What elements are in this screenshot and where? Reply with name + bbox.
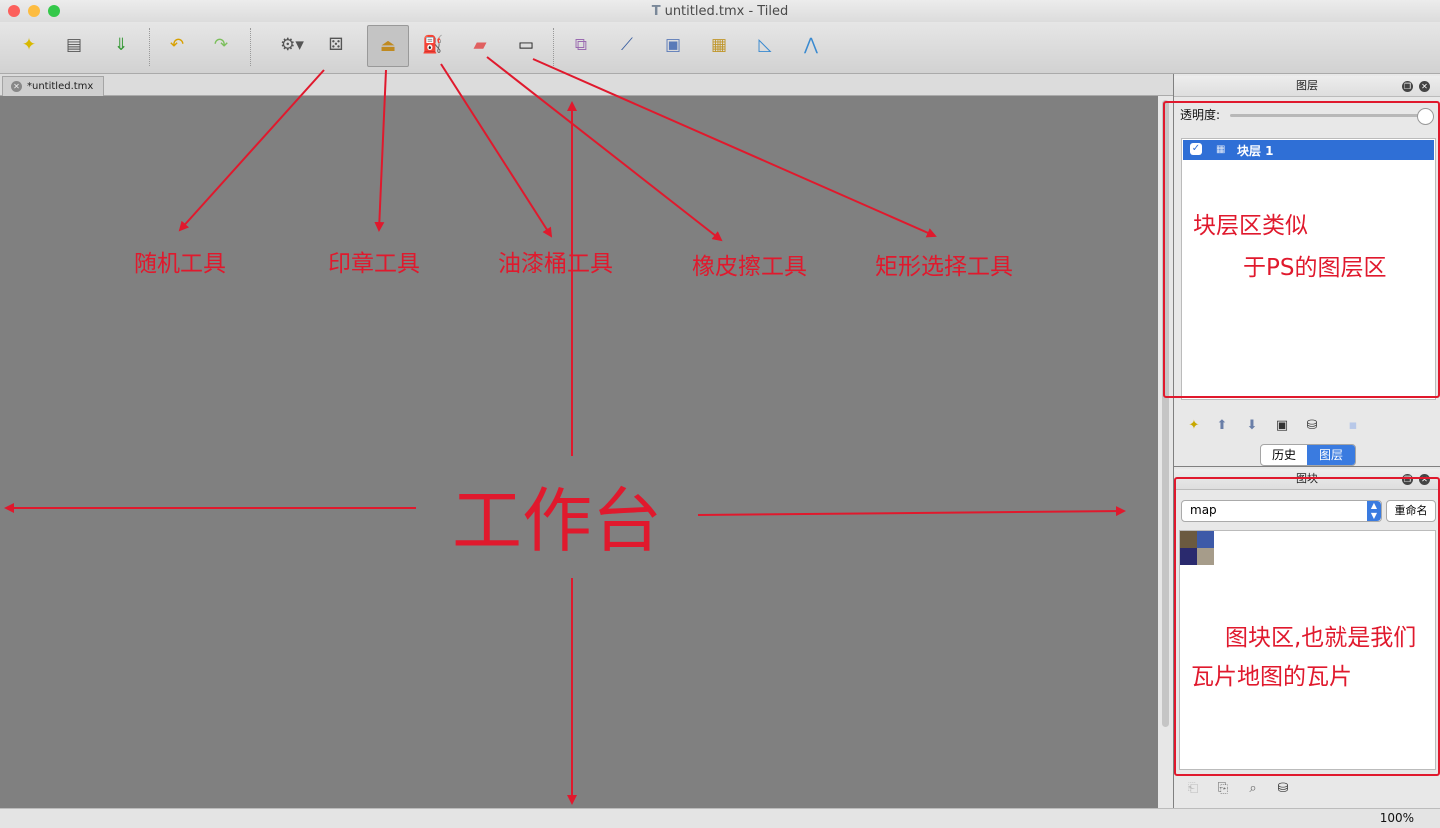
insert-tile-icon[interactable]: ▣ xyxy=(658,31,688,59)
insert-polygon-icon[interactable]: ◺ xyxy=(750,31,780,59)
undo-icon[interactable]: ↶ xyxy=(162,31,192,59)
close-panel-icon[interactable]: ✕ xyxy=(1419,81,1430,92)
label-random-tool: 随机工具 xyxy=(134,251,226,277)
status-bar: 100% xyxy=(0,808,1440,828)
stamp-brush-icon[interactable]: ⏏ xyxy=(367,25,409,67)
save-icon[interactable]: ⇓ xyxy=(106,31,136,59)
layers-panel-title-text: 图层 xyxy=(1296,79,1318,92)
eraser-icon[interactable]: ▰ xyxy=(465,31,495,59)
insert-polyline-icon[interactable]: ⋀ xyxy=(796,31,826,59)
label-layers-area-line2: 于PS的图层区 xyxy=(1243,255,1387,281)
delete-layer-icon[interactable]: ⛁ xyxy=(1304,418,1320,434)
redo-icon[interactable]: ↷ xyxy=(206,31,236,59)
import-tileset-icon[interactable]: ⎘ xyxy=(1215,781,1231,797)
window-title: Tuntitled.tmx - Tiled xyxy=(0,4,1440,19)
duplicate-layer-icon[interactable]: ▣ xyxy=(1274,418,1290,434)
tab-history[interactable]: 历史 xyxy=(1261,445,1307,465)
panel-tab-switch: 历史 图层 xyxy=(1260,444,1356,466)
float-panel-icon[interactable]: ❐ xyxy=(1402,81,1413,92)
map-canvas[interactable] xyxy=(0,96,1158,808)
edit-polygons-icon[interactable]: ⟋ xyxy=(612,31,642,59)
tab-layers[interactable]: 图层 xyxy=(1307,445,1355,465)
tab-untitled[interactable]: ✕ *untitled.tmx xyxy=(2,76,104,96)
label-layers-area-line1: 块层区类似 xyxy=(1193,213,1308,239)
delete-tileset-icon[interactable]: ⛁ xyxy=(1275,781,1291,797)
random-mode-icon[interactable]: ⚄ xyxy=(321,31,351,59)
main-toolbar: ✦ ▤ ⇓ ↶ ↷ ⚙▾ ⚄ ⏏ ⛽ ▰ ▭ ⧉ ⟋ ▣ ▦ ◺ ⋀ xyxy=(0,22,1440,74)
open-icon[interactable]: ▤ xyxy=(59,31,89,59)
label-tiles-area-line1: 图块区,也就是我们 xyxy=(1225,625,1417,651)
zoom-level[interactable]: 100% xyxy=(1380,811,1414,825)
tab-label: *untitled.tmx xyxy=(27,81,94,92)
magic-wand-icon[interactable]: ⧉ xyxy=(566,31,596,59)
label-workbench: 工作台 xyxy=(452,480,662,562)
insert-image-icon[interactable]: ▦ xyxy=(704,31,734,59)
toolbar-separator xyxy=(553,28,555,66)
label-rect-select-tool: 矩形选择工具 xyxy=(875,254,1013,280)
document-tab-bar: ✕ *untitled.tmx xyxy=(0,74,1173,96)
rectangular-select-icon[interactable]: ▭ xyxy=(511,31,541,59)
layers-panel-title: 图层 ❐ ✕ xyxy=(1174,76,1440,97)
new-map-icon[interactable]: ✦ xyxy=(14,31,44,59)
lower-layer-icon[interactable]: ⬇ xyxy=(1244,418,1260,434)
commands-icon[interactable]: ⚙▾ xyxy=(272,31,312,59)
new-layer-icon[interactable]: ✦ xyxy=(1186,418,1202,434)
toolbar-separator xyxy=(149,28,151,66)
label-tiles-area-line2: 瓦片地图的瓦片 xyxy=(1191,664,1352,690)
tiled-app-icon: T xyxy=(651,4,661,19)
label-bucket-tool: 油漆桶工具 xyxy=(498,251,613,277)
title-bar: Tuntitled.tmx - Tiled xyxy=(0,0,1440,23)
tileset-properties-icon[interactable]: ⌕ xyxy=(1245,781,1261,797)
raise-layer-icon[interactable]: ⬆ xyxy=(1214,418,1230,434)
window-title-text: untitled.tmx - Tiled xyxy=(664,4,789,19)
close-tab-icon[interactable]: ✕ xyxy=(11,81,22,92)
label-stamp-tool: 印章工具 xyxy=(328,251,420,277)
toggle-other-layers-icon[interactable]: ▪ xyxy=(1345,418,1361,434)
label-eraser-tool: 橡皮擦工具 xyxy=(692,254,807,280)
bucket-fill-icon[interactable]: ⛽ xyxy=(418,31,448,59)
toolbar-separator xyxy=(250,28,252,66)
new-tileset-icon[interactable]: ⎗ xyxy=(1185,781,1201,797)
